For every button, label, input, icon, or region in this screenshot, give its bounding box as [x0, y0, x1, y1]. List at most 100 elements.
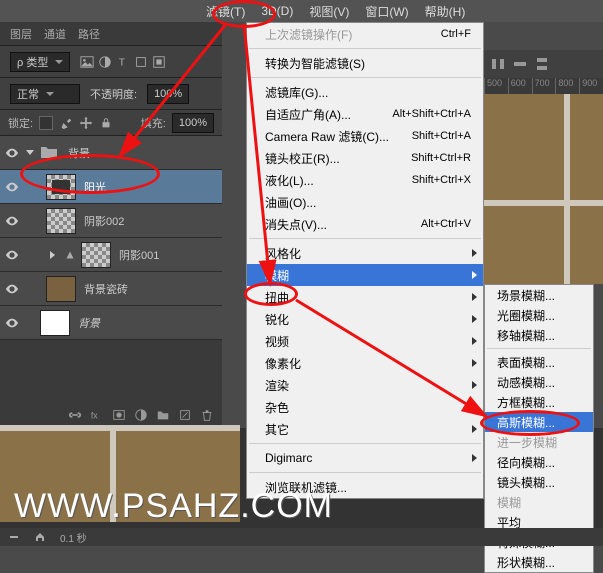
- submenu-box-blur[interactable]: 方框模糊...: [485, 392, 593, 412]
- layer-filter-kind[interactable]: ρ 类型: [10, 52, 70, 72]
- align-icon[interactable]: [534, 56, 550, 72]
- submenu-blur-more[interactable]: 进一步模糊: [485, 432, 593, 452]
- layer-name: 背景瓷砖: [80, 281, 128, 297]
- text-icon[interactable]: T: [116, 55, 130, 69]
- menu-view[interactable]: 视图(V): [303, 0, 355, 22]
- menu-digimarc[interactable]: Digimarc: [247, 447, 483, 469]
- lock-all-icon[interactable]: [99, 116, 113, 130]
- menu-sharpen[interactable]: 锐化: [247, 308, 483, 330]
- align-icon[interactable]: [490, 56, 506, 72]
- filter-menu: 上次滤镜操作(F)Ctrl+F 转换为智能滤镜(S) 滤镜库(G)... 自适应…: [246, 22, 484, 499]
- visibility-icon[interactable]: [4, 247, 20, 263]
- layer-name: 背景: [64, 145, 90, 161]
- menu-pixelate[interactable]: 像素化: [247, 352, 483, 374]
- menu-last-filter[interactable]: 上次滤镜操作(F)Ctrl+F: [247, 23, 483, 45]
- menu-adaptive-wide[interactable]: 自适应广角(A)...Alt+Shift+Ctrl+A: [247, 103, 483, 125]
- opacity-value[interactable]: 100%: [147, 84, 189, 104]
- layer-lock-row: 锁定: 填充: 100%: [0, 110, 222, 136]
- submenu-gaussian-blur[interactable]: 高斯模糊...: [485, 412, 593, 432]
- menu-help[interactable]: 帮助(H): [419, 0, 472, 22]
- adjust-icon[interactable]: [98, 55, 112, 69]
- layer-folder[interactable]: 背景: [0, 136, 222, 170]
- layers-panel: 图层 通道 路径 ρ 类型 T 正常 不透明度: 100% 锁定: 填充: 10…: [0, 22, 222, 430]
- menu-noise[interactable]: 杂色: [247, 396, 483, 418]
- layer-bg-tiles[interactable]: 背景瓷砖: [0, 272, 222, 306]
- layer-name: 阴影002: [80, 213, 124, 229]
- menu-oil-paint[interactable]: 油画(O)...: [247, 191, 483, 213]
- layer-thumb: [40, 310, 70, 336]
- smart-icon[interactable]: [152, 55, 166, 69]
- expand-icon[interactable]: [26, 150, 34, 155]
- visibility-icon[interactable]: [4, 315, 20, 331]
- layer-sunlight[interactable]: 阳光: [0, 170, 222, 204]
- lock-brush-icon[interactable]: [59, 116, 73, 130]
- layer-filter-icons: T: [80, 55, 166, 69]
- visibility-icon[interactable]: [4, 145, 20, 161]
- menu-vanishing-point[interactable]: 消失点(V)...Alt+Ctrl+V: [247, 213, 483, 235]
- fx-icon[interactable]: fx: [90, 408, 104, 422]
- tab-channels[interactable]: 通道: [44, 26, 66, 42]
- menu-render[interactable]: 渲染: [247, 374, 483, 396]
- layer-thumb: [81, 242, 111, 268]
- menu-blur[interactable]: 模糊: [247, 264, 483, 286]
- submenu-blur[interactable]: 模糊: [485, 492, 593, 512]
- menu-distort[interactable]: 扭曲: [247, 286, 483, 308]
- fill-value[interactable]: 100%: [172, 113, 214, 133]
- menu-lens-correct[interactable]: 镜头校正(R)...Shift+Ctrl+R: [247, 147, 483, 169]
- visibility-icon[interactable]: [4, 281, 20, 297]
- menu-stylize[interactable]: 风格化: [247, 242, 483, 264]
- mask-icon[interactable]: [112, 408, 126, 422]
- layer-background[interactable]: 背景: [0, 306, 222, 340]
- tab-paths[interactable]: 路径: [78, 26, 100, 42]
- tab-layers[interactable]: 图层: [10, 26, 32, 42]
- menu-other[interactable]: 其它: [247, 418, 483, 440]
- layer-name: 阴影001: [115, 247, 159, 263]
- layer-shadow002[interactable]: 阴影002: [0, 204, 222, 238]
- svg-text:fx: fx: [91, 411, 98, 421]
- menu-window[interactable]: 窗口(W): [359, 0, 414, 22]
- watermark: WWW.PSAHZ.COM: [14, 487, 333, 526]
- panel-tabs: 图层 通道 路径: [0, 22, 222, 46]
- submenu-tilt-shift[interactable]: 移轴模糊...: [485, 325, 593, 345]
- submenu-lens-blur[interactable]: 镜头模糊...: [485, 472, 593, 492]
- ruler-tick: 700: [532, 78, 556, 94]
- share-icon[interactable]: [34, 531, 46, 543]
- menu-camera-raw[interactable]: Camera Raw 滤镜(C)...Shift+Ctrl+A: [247, 125, 483, 147]
- image-icon[interactable]: [80, 55, 94, 69]
- menu-3d[interactable]: 3D(D): [255, 0, 299, 22]
- link-icon[interactable]: [68, 408, 82, 422]
- submenu-shape-blur[interactable]: 形状模糊...: [485, 552, 593, 572]
- group-icon[interactable]: [156, 408, 170, 422]
- lock-move-icon[interactable]: [79, 116, 93, 130]
- visibility-icon[interactable]: [4, 179, 20, 195]
- new-layer-icon[interactable]: [178, 408, 192, 422]
- menu-convert-smart[interactable]: 转换为智能滤镜(S): [247, 52, 483, 74]
- submenu-motion-blur[interactable]: 动感模糊...: [485, 372, 593, 392]
- submenu-field-blur[interactable]: 场景模糊...: [485, 285, 593, 305]
- lock-transparent-icon[interactable]: [39, 116, 53, 130]
- shape-icon[interactable]: [134, 55, 148, 69]
- layer-thumb: [46, 174, 76, 200]
- adjustment-icon[interactable]: [134, 408, 148, 422]
- fill-label: 填充:: [141, 115, 166, 131]
- zoom-out-icon[interactable]: [8, 531, 20, 543]
- ruler-tick: 500: [484, 78, 508, 94]
- menu-video[interactable]: 视频: [247, 330, 483, 352]
- visibility-icon[interactable]: [4, 213, 20, 229]
- menu-liquify[interactable]: 液化(L)...Shift+Ctrl+X: [247, 169, 483, 191]
- layer-options-row: ρ 类型 T: [0, 46, 222, 78]
- align-icon[interactable]: [512, 56, 528, 72]
- layer-thumb: [46, 276, 76, 302]
- trash-icon[interactable]: [200, 408, 214, 422]
- status-bar: 0.1 秒: [0, 528, 603, 546]
- submenu-iris-blur[interactable]: 光圈模糊...: [485, 305, 593, 325]
- menu-filter-gallery[interactable]: 滤镜库(G)...: [247, 81, 483, 103]
- submenu-radial-blur[interactable]: 径向模糊...: [485, 452, 593, 472]
- blend-mode-select[interactable]: 正常: [10, 84, 80, 104]
- expand-icon[interactable]: [50, 251, 55, 259]
- ruler-tick: 800: [555, 78, 579, 94]
- submenu-surface-blur[interactable]: 表面模糊...: [485, 352, 593, 372]
- status-time: 0.1 秒: [60, 530, 87, 545]
- menu-filter[interactable]: 滤镜(T): [200, 0, 251, 22]
- layer-shadow001[interactable]: 阴影001: [0, 238, 222, 272]
